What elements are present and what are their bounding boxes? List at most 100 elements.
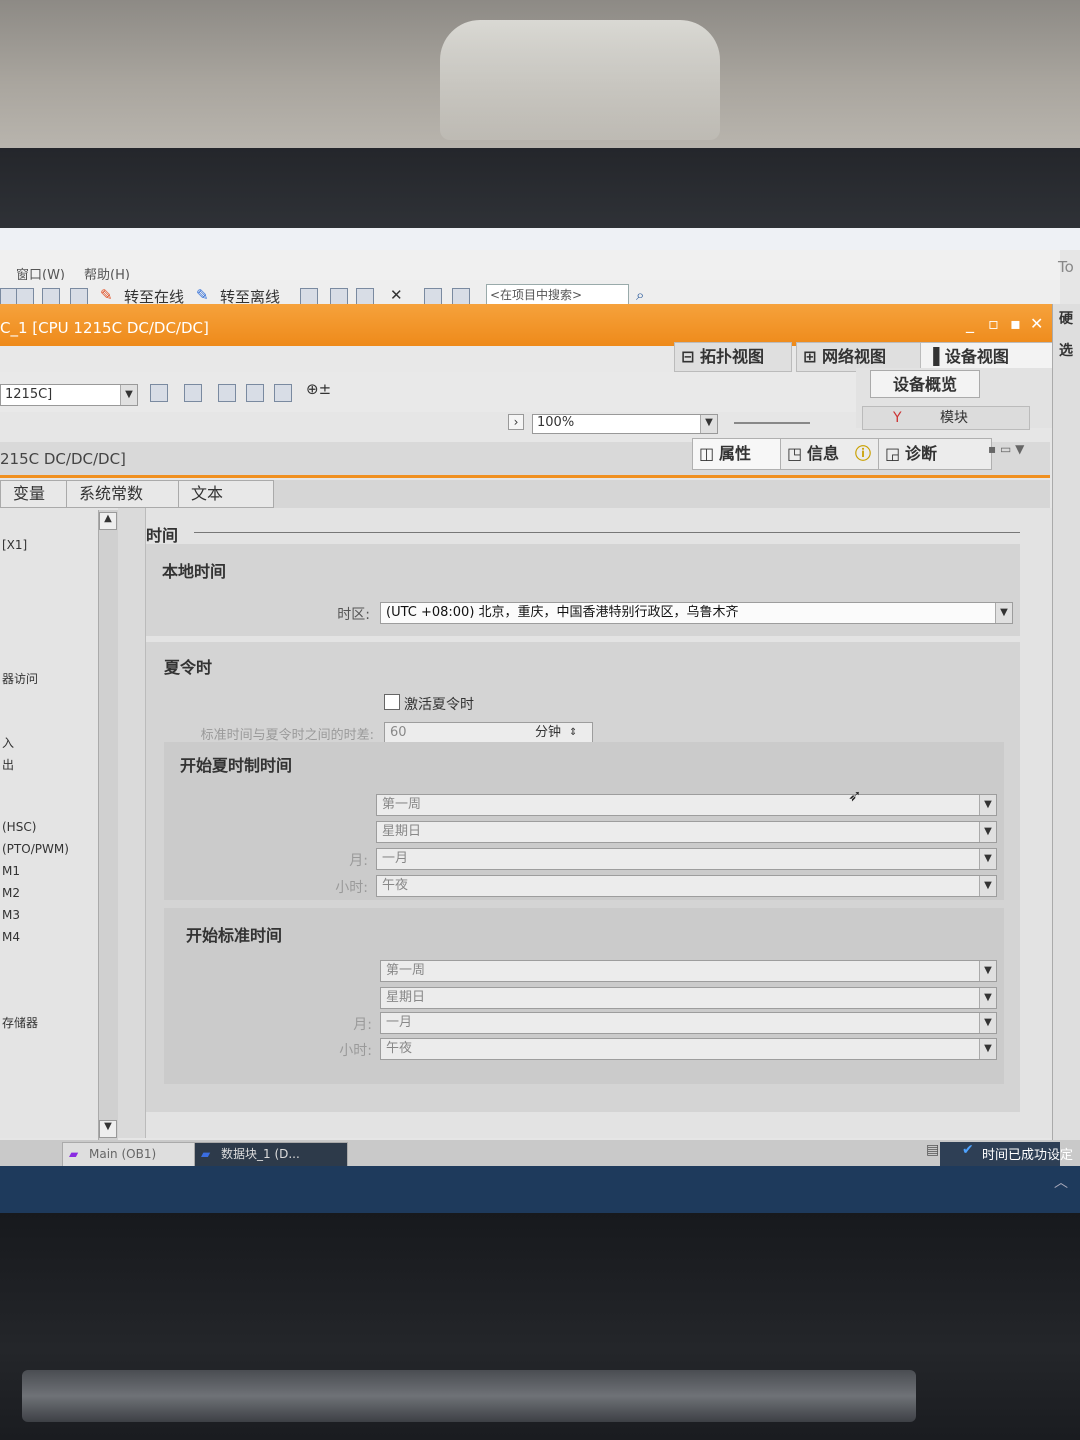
db-icon: ▰ (201, 1147, 211, 1161)
editor-tab-datablock-label: 数据块_1 (D... (221, 1147, 300, 1161)
device-toolbar: 1215C] ▼ ⊕± › 100% ▼ (0, 372, 860, 434)
grid-icon[interactable] (246, 384, 264, 402)
expand-arrow-icon[interactable]: › (508, 414, 524, 430)
go-online-icon[interactable]: ✎ (100, 286, 113, 304)
chevron-down-icon[interactable]: ▼ (979, 795, 996, 815)
dst-start-hour-value: 午夜 (382, 878, 409, 893)
nav-scrollbar[interactable]: ▲ ▼ (98, 510, 118, 1140)
std-start-month-select[interactable]: 一月 ▼ (380, 1012, 997, 1034)
chevron-down-icon[interactable]: ▼ (979, 822, 996, 842)
dst-start-hour-label: 小时: (335, 880, 368, 896)
dst-start-month-value: 一月 (382, 851, 409, 866)
chevron-up-icon[interactable]: ︿ (1054, 1172, 1068, 1192)
nav-item[interactable]: M3 (2, 908, 20, 922)
std-start-month-label: 月: (353, 1017, 372, 1033)
nav-item[interactable]: 出 (2, 756, 14, 773)
dst-start-title: 开始夏时制时间 (180, 756, 293, 775)
inspector-title: 215C DC/DC/DC] (0, 450, 126, 468)
tab-network-label: 网络视图 (821, 347, 886, 366)
chevron-down-icon[interactable]: ▼ (700, 415, 717, 433)
std-start-hour-label: 小时: (339, 1043, 372, 1059)
std-start-hour-select[interactable]: 午夜 ▼ (380, 1038, 997, 1060)
nav-item[interactable]: [X1] (2, 538, 27, 552)
nav-item[interactable]: M4 (2, 930, 20, 944)
diagnostics-icon: ◲ (885, 444, 901, 463)
properties-icon: ◫ (699, 444, 715, 463)
chevron-down-icon[interactable]: ▼ (979, 849, 996, 869)
topology-icon: ⊟ (681, 347, 700, 366)
chevron-down-icon[interactable]: ▼ (979, 1039, 996, 1059)
chevron-down-icon[interactable]: ▼ (995, 603, 1012, 623)
cross-reference-icon[interactable]: ✕ (390, 286, 403, 304)
dst-start-week-select[interactable]: 第一周 ▼ (376, 794, 997, 816)
minimize-icon[interactable]: _ (966, 314, 974, 333)
nav-item[interactable]: M2 (2, 886, 20, 900)
tab-properties-label: 属性 (719, 444, 752, 463)
dst-start-week-value: 第一周 (382, 797, 422, 812)
std-start-section: 开始标准时间 第一周 ▼ 星期日 ▼ 月: 一月 ▼ 小时: 午夜 ▼ (164, 908, 1004, 1084)
dst-start-weekday-select[interactable]: 星期日 ▼ (376, 821, 997, 843)
local-time-section: 本地时间 时区: (UTC +08:00) 北京，重庆，中国香港特别行政区，乌鲁… (146, 544, 1020, 636)
spinner-icon[interactable]: ⇕ (569, 723, 577, 742)
subtab-texts[interactable]: 文本 (178, 480, 274, 508)
nav-item[interactable]: 存储器 (2, 1014, 38, 1031)
dst-start-hour-select[interactable]: 午夜 ▼ (376, 875, 997, 897)
task-card-sidebar: 硬 选 (1052, 304, 1080, 1140)
activate-dst-checkbox[interactable] (384, 694, 400, 710)
module-icon: Y (893, 410, 902, 426)
panel-icon[interactable] (274, 384, 292, 402)
offset-label: 标准时间与夏令时之间的时差: (200, 728, 374, 743)
sidebar-tab-hardware[interactable]: 硬 (1059, 308, 1073, 328)
nav-item[interactable]: 入 (2, 734, 14, 751)
search-go-icon[interactable]: ⌕ (636, 286, 644, 304)
zoom-icon[interactable]: ⊕± (306, 380, 331, 398)
sidebar-tab-options[interactable]: 选 (1059, 340, 1073, 360)
device-select[interactable]: 1215C] ▼ (0, 384, 138, 406)
std-start-hour-value: 午夜 (386, 1041, 413, 1056)
time-settings-panel: 时间 本地时间 时区: (UTC +08:00) 北京，重庆，中国香港特别行政区… (146, 508, 1052, 1138)
chevron-down-icon[interactable]: ▼ (979, 876, 996, 896)
maximize-icon[interactable]: ▪ (1010, 314, 1021, 333)
nav-item[interactable]: (HSC) (2, 820, 36, 834)
dst-start-weekday-value: 星期日 (382, 824, 422, 839)
background-object (440, 20, 720, 140)
module-column-header[interactable]: Y 模块 (862, 406, 1030, 430)
tab-device-overview[interactable]: 设备概览 (870, 370, 980, 398)
details-icon[interactable]: ▤ (926, 1142, 939, 1158)
nav-item[interactable]: (PTO/PWM) (2, 842, 69, 856)
station-icon[interactable] (184, 384, 202, 402)
std-start-weekday-select[interactable]: 星期日 ▼ (380, 987, 997, 1009)
project-search-input[interactable]: <在项目中搜索> (486, 284, 629, 306)
scroll-up-icon[interactable]: ▲ (99, 512, 117, 530)
panel-splitter[interactable] (118, 508, 146, 1138)
editor-tab-datablock[interactable]: ▰ 数据块_1 (D... (194, 1142, 348, 1168)
close-icon[interactable]: ✕ (1030, 314, 1043, 333)
local-time-title: 本地时间 (162, 562, 227, 581)
std-start-week-select[interactable]: 第一周 ▼ (380, 960, 997, 982)
chevron-down-icon[interactable]: ▼ (979, 1013, 996, 1033)
offset-input[interactable]: 60 分钟 ⇕ (384, 722, 593, 744)
tab-topology-view[interactable]: ⊟ 拓扑视图 (674, 342, 792, 372)
go-offline-icon[interactable]: ✎ (196, 286, 209, 304)
section-title-time: 时间 (146, 526, 179, 545)
dst-start-month-select[interactable]: 一月 ▼ (376, 848, 997, 870)
chevron-down-icon[interactable]: ▼ (979, 961, 996, 981)
scroll-down-icon[interactable]: ▼ (99, 1120, 117, 1138)
zoom-select[interactable]: 100% ▼ (532, 414, 718, 434)
nav-item[interactable]: M1 (2, 864, 20, 878)
editor-tab-main-label: Main (OB1) (89, 1147, 157, 1161)
timezone-select[interactable]: (UTC +08:00) 北京，重庆，中国香港特别行政区，乌鲁木齐 ▼ (380, 602, 1013, 624)
tab-diagnostics[interactable]: ◲ 诊断 (878, 438, 992, 470)
monitor-screen: 窗口(W) 帮助(H) To ✎ 转至在线 ✎ 转至离线 ✕ <在项目中搜索> … (0, 228, 1080, 1213)
chevron-down-icon[interactable]: ▼ (120, 385, 137, 405)
std-start-title: 开始标准时间 (186, 926, 283, 945)
mouse-cursor-icon: ➶ (848, 786, 862, 805)
chevron-down-icon[interactable]: ▼ (979, 988, 996, 1008)
edit-icon[interactable] (218, 384, 236, 402)
tab-info-label: 信息 (807, 444, 840, 463)
panel-options-icon[interactable]: ▪ ▭ ▼ (988, 442, 1024, 456)
nav-item[interactable]: 器访问 (2, 670, 38, 687)
rack-icon[interactable] (150, 384, 168, 402)
restore-icon[interactable]: ▫ (988, 314, 999, 333)
zoom-slider[interactable] (734, 422, 810, 424)
